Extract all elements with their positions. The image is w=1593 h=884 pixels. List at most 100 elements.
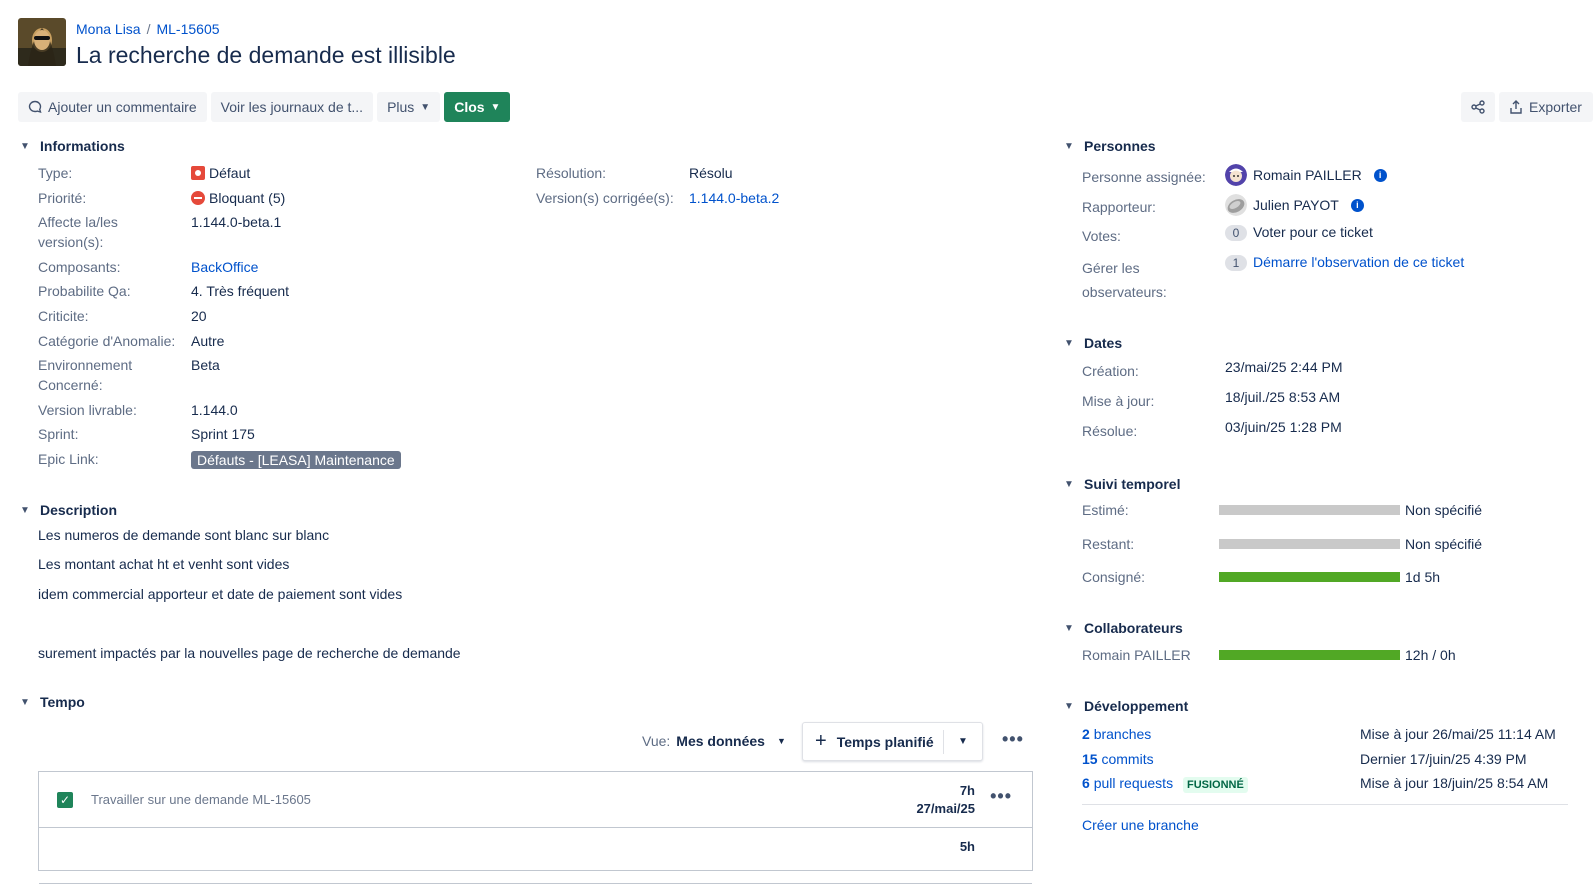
chevron-down-icon: ▼ [958, 736, 968, 747]
logged-bar [1219, 572, 1400, 582]
people-heading: Personnes [1084, 138, 1156, 154]
branches-link[interactable]: 2 branches [1082, 724, 1151, 744]
view-logs-button[interactable]: Voir les journaux de t... [210, 92, 374, 122]
worklog-more-icon[interactable]: ••• [990, 786, 1012, 807]
toolbar-right: Exporter [1461, 92, 1593, 122]
breadcrumb-project-link[interactable]: Mona Lisa [76, 21, 141, 37]
pull-requests-label: pull requests [1093, 775, 1174, 791]
environment-value[interactable]: Beta [191, 355, 220, 375]
description-heading: Description [40, 502, 118, 518]
collaborators-section-toggle[interactable]: ▼ Collaborateurs [1064, 620, 1183, 636]
type-label: Type: [38, 165, 73, 181]
chevron-down-icon: ▼ [20, 696, 30, 708]
epic-link-value[interactable]: Défauts - [LEASA] Maintenance [191, 450, 401, 470]
sprint-value[interactable]: Sprint 175 [191, 424, 255, 444]
share-button[interactable] [1461, 92, 1495, 122]
assignee-label: Personne assignée: [1082, 169, 1206, 185]
resolved-value: 03/juin/25 1:28 PM [1225, 419, 1342, 435]
votes-count-badge: 0 [1225, 225, 1247, 241]
logged-value: 1d 5h [1405, 569, 1441, 585]
vote-action[interactable]: Voter pour ce ticket [1253, 224, 1373, 240]
votes-value[interactable]: 0 Voter pour ce ticket [1225, 222, 1373, 242]
commits-link[interactable]: 15 commits [1082, 749, 1154, 769]
more-button[interactable]: Plus ▼ [377, 92, 441, 122]
chevron-down-icon: ▼ [420, 101, 431, 113]
affects-version-value[interactable]: 1.144.0-beta.1 [191, 212, 281, 232]
description-line: idem commercial apporteur et date de pai… [38, 586, 403, 602]
pull-requests-link[interactable]: 6 pull requests FUSIONNÉ [1082, 773, 1248, 793]
chevron-down-icon: ▼ [20, 140, 30, 152]
description-line: surement impactés par la nouvelles page … [38, 645, 461, 661]
priority-value[interactable]: Bloquant (5) [191, 188, 285, 208]
plan-time-button[interactable]: + Temps planifié ▼ [802, 722, 983, 761]
criticity-value[interactable]: 20 [191, 306, 207, 326]
tempo-section-toggle[interactable]: ▼ Tempo [20, 694, 85, 710]
pull-requests-count: 6 [1082, 775, 1090, 791]
qa-probability-value[interactable]: 4. Très fréquent [191, 281, 289, 301]
dates-section-toggle[interactable]: ▼ Dates [1064, 335, 1122, 351]
description-section-toggle[interactable]: ▼ Description [20, 502, 117, 518]
collaborator-bar [1219, 650, 1400, 660]
assignee-value[interactable]: Romain PAILLER i [1225, 164, 1387, 186]
chevron-down-icon: ▼ [1064, 700, 1074, 712]
add-comment-label: Ajouter un commentaire [48, 99, 197, 115]
anomaly-category-value[interactable]: Autre [191, 331, 224, 351]
worklog-row[interactable]: 5h [39, 828, 1032, 884]
reporter-label: Rapporteur: [1082, 199, 1156, 215]
details-heading: Informations [40, 138, 125, 154]
plan-time-dropdown[interactable]: ▼ [944, 736, 982, 747]
worklog-hours: 7h [959, 783, 975, 798]
branches-label: branches [1093, 726, 1152, 742]
more-label: Plus [387, 99, 415, 115]
plan-time-main[interactable]: + Temps planifié [803, 729, 944, 754]
status-button[interactable]: Clos ▼ [444, 92, 511, 122]
affects-label-line2: version(s): [38, 234, 104, 250]
deliverable-version-value[interactable]: 1.144.0 [191, 400, 238, 420]
qa-probability-label: Probabilite Qa: [38, 283, 131, 299]
watchers-count-badge: 1 [1225, 255, 1247, 271]
worklog-row[interactable]: ✓ Travailler sur une demande ML-15605 7h… [39, 772, 1032, 828]
description-line: Les montant achat ht et venht sont vides [38, 556, 290, 572]
development-section-toggle[interactable]: ▼ Développement [1064, 698, 1188, 714]
worklog-hours: 5h [959, 839, 975, 854]
worklog-time: 5h [960, 838, 975, 856]
watchers-value[interactable]: 1 Démarre l'observation de ce ticket [1225, 252, 1464, 272]
remaining-label: Restant: [1082, 536, 1135, 552]
environment-label: Environnement Concerné: [38, 355, 132, 395]
commits-count: 15 [1082, 751, 1098, 767]
time-tracking-heading: Suivi temporel [1084, 476, 1181, 492]
collaborator-value: 12h / 0h [1405, 647, 1456, 663]
time-tracking-section-toggle[interactable]: ▼ Suivi temporel [1064, 476, 1180, 492]
type-value-text: Défaut [209, 165, 251, 181]
tempo-view-selector[interactable]: Vue: Mes données ▼ [642, 733, 786, 749]
breadcrumb-issue-link[interactable]: ML-15605 [156, 21, 219, 37]
status-label: Clos [454, 99, 485, 115]
details-section-toggle[interactable]: ▼ Informations [20, 138, 125, 154]
fix-version-link[interactable]: 1.144.0-beta.2 [689, 188, 779, 208]
breadcrumb: Mona Lisa / ML-15605 [76, 21, 220, 37]
add-comment-button[interactable]: Ajouter un commentaire [18, 92, 207, 122]
components-link[interactable]: BackOffice [191, 257, 258, 277]
project-avatar[interactable] [18, 18, 66, 66]
export-button[interactable]: Exporter [1499, 92, 1593, 122]
info-icon[interactable]: i [1373, 168, 1387, 182]
anomaly-category-label: Catégorie d'Anomalie: [38, 333, 176, 349]
checkbox-checked-icon[interactable]: ✓ [57, 792, 73, 808]
fix-version-label: Version(s) corrigée(s): [536, 190, 674, 206]
commits-info: Dernier 17/juin/25 4:39 PM [1360, 751, 1527, 767]
reporter-value[interactable]: Julien PAYOT i [1225, 194, 1364, 216]
create-branch-link[interactable]: Créer une branche [1082, 815, 1199, 835]
people-section-toggle[interactable]: ▼ Personnes [1064, 138, 1156, 154]
resolution-value[interactable]: Résolu [689, 163, 733, 183]
worklog-title: Travailler sur une demande ML-15605 [91, 792, 311, 807]
epic-lozenge[interactable]: Défauts - [LEASA] Maintenance [191, 451, 401, 469]
affects-label-line1: Affecte la/les [38, 214, 118, 230]
tempo-more-icon[interactable]: ••• [1002, 729, 1024, 750]
page-title[interactable]: La recherche de demande est illisible [76, 42, 456, 69]
type-value[interactable]: Défaut [191, 163, 250, 183]
info-icon[interactable]: i [1350, 198, 1364, 212]
environment-label-line1: Environnement [38, 357, 133, 373]
start-watching-link[interactable]: Démarre l'observation de ce ticket [1253, 254, 1464, 270]
comment-icon [28, 100, 42, 114]
watchers-label: Gérer les observateurs: [1082, 256, 1167, 304]
